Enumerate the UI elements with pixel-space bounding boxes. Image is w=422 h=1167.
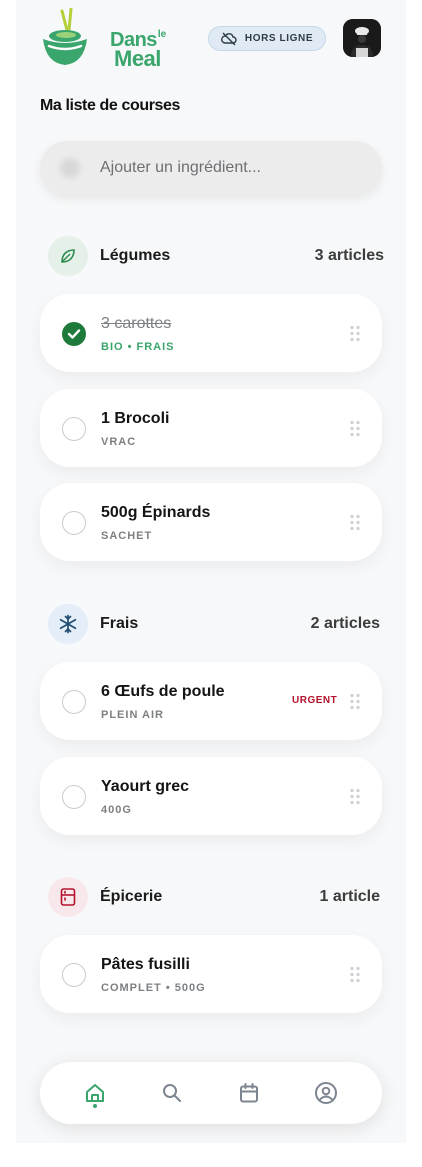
brand-name-part3: Meal [114, 46, 161, 71]
item-name: 1 Brocoli [101, 410, 170, 427]
brand-name-part2: le [157, 29, 167, 40]
brand-logo: Dansle Meal [40, 7, 166, 70]
category-header-frais: Frais 2 articles [48, 604, 380, 644]
pantry-icon [48, 877, 88, 917]
urgent-badge: URGENT [292, 695, 338, 706]
category-header-epicerie: Épicerie 1 article [48, 877, 380, 917]
page-title: Ma liste de courses [40, 97, 181, 114]
list-item[interactable]: 3 carottes BIO • FRAIS [40, 294, 382, 372]
category-name: Frais [100, 615, 139, 632]
item-name: 500g Épinards [101, 504, 211, 521]
cloud-off-icon [220, 32, 237, 45]
list-item[interactable]: 6 Œufs de poule PLEIN AIR URGENT [40, 662, 382, 740]
leaf-icon [48, 236, 88, 276]
avatar[interactable] [343, 19, 381, 57]
add-ingredient-input[interactable] [100, 159, 350, 177]
category-count: 1 article [319, 888, 380, 905]
drag-handle-icon[interactable] [349, 325, 361, 342]
list-item[interactable]: Pâtes fusilli COMPLET • 500G [40, 935, 382, 1013]
calendar-icon[interactable] [237, 1081, 261, 1105]
app-screen: Dansle Meal HORS LIGNE Ma liste de cours… [16, 0, 406, 1143]
drag-handle-icon[interactable] [349, 420, 361, 437]
drag-handle-icon[interactable] [349, 966, 361, 983]
list-item[interactable]: 500g Épinards SACHET [40, 483, 382, 561]
item-name: Yaourt grec [101, 778, 190, 795]
search-icon [60, 158, 80, 178]
item-detail: PLEIN AIR [101, 709, 164, 721]
list-item[interactable]: 1 Brocoli VRAC [40, 389, 382, 467]
checkbox[interactable] [62, 785, 86, 809]
item-name: Pâtes fusilli [101, 956, 190, 973]
brand-wordmark: Dansle Meal [110, 30, 166, 70]
category-count: 3 articles [314, 247, 384, 264]
category-count: 2 articles [310, 615, 380, 632]
search-icon[interactable] [160, 1081, 184, 1105]
snowflake-icon [48, 604, 88, 644]
category-name: Épicerie [100, 888, 163, 905]
chef-avatar-icon [343, 19, 381, 57]
item-detail: COMPLET • 500G [101, 982, 206, 994]
item-detail: SACHET [101, 530, 153, 542]
item-name: 6 Œufs de poule [101, 683, 225, 700]
checkmark-icon [67, 329, 81, 339]
category-name: Légumes [100, 247, 171, 264]
checkbox[interactable] [62, 511, 86, 535]
list-item[interactable]: Yaourt grec 400G [40, 757, 382, 835]
checkbox[interactable] [62, 417, 86, 441]
offline-badge: HORS LIGNE [208, 26, 326, 51]
item-detail: BIO • FRAIS [101, 341, 175, 353]
item-name: 3 carottes [101, 315, 172, 332]
category-header-legumes: Légumes 3 articles [48, 236, 384, 276]
item-detail: VRAC [101, 436, 137, 448]
item-detail: 400G [101, 804, 132, 816]
active-indicator [93, 1104, 97, 1108]
offline-label: HORS LIGNE [244, 33, 314, 44]
home-icon[interactable] [83, 1081, 107, 1105]
checkbox-checked[interactable] [62, 322, 86, 346]
drag-handle-icon[interactable] [349, 514, 361, 531]
drag-handle-icon[interactable] [349, 693, 361, 710]
bottom-nav [40, 1062, 382, 1124]
profile-icon[interactable] [314, 1081, 338, 1105]
drag-handle-icon[interactable] [349, 788, 361, 805]
checkbox[interactable] [62, 690, 86, 714]
add-ingredient-bar[interactable] [40, 141, 382, 195]
checkbox[interactable] [62, 963, 86, 987]
